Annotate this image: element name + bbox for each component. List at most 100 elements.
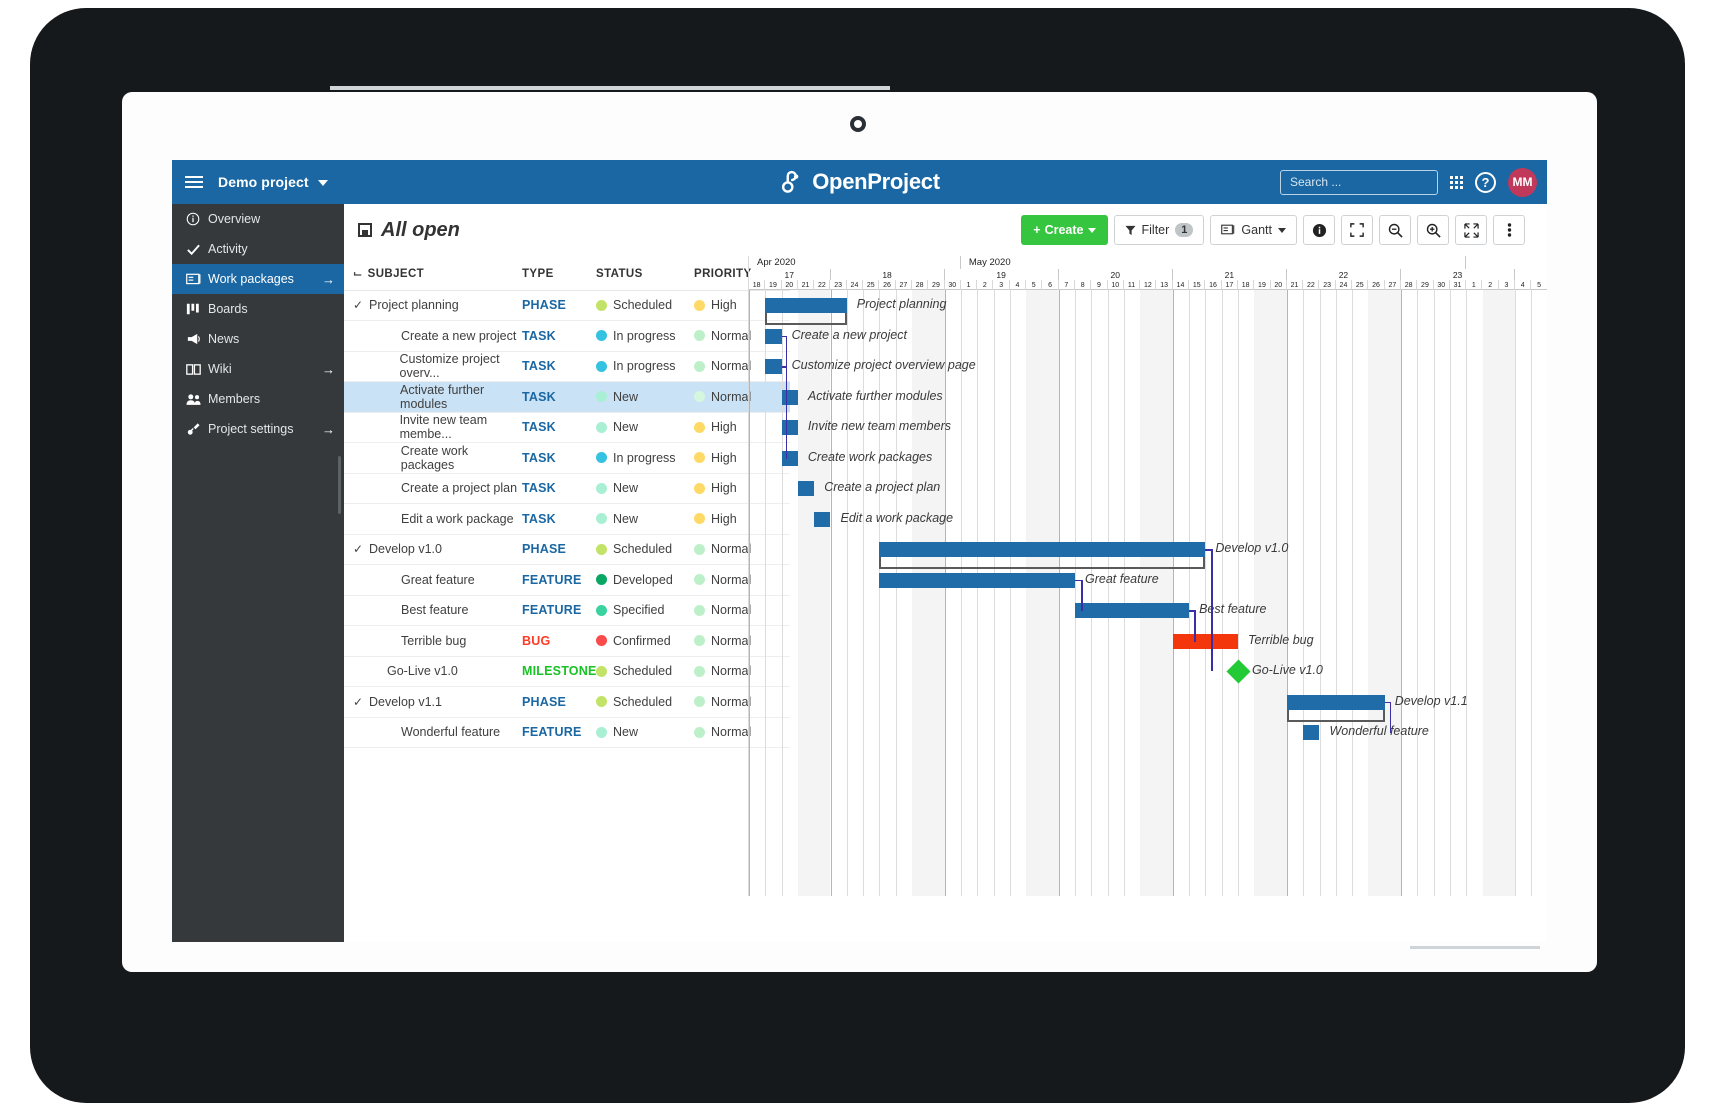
gantt-bar[interactable] — [781, 450, 798, 466]
sidebar-item-boards[interactable]: Boards — [172, 294, 344, 324]
gantt-bar[interactable] — [765, 359, 782, 374]
sidebar-item-overview[interactable]: Overview — [172, 204, 344, 234]
table-row[interactable]: Go-Live v1.0 MILESTONE Scheduled Normal — [344, 656, 790, 687]
column-header-subject[interactable]: ⌙ SUBJECT — [344, 256, 522, 291]
gantt-bar[interactable] — [765, 328, 782, 344]
grid-modules-icon[interactable] — [1450, 175, 1463, 189]
table-row[interactable]: ✓ Develop v1.1 PHASE Scheduled Normal — [344, 686, 790, 718]
table-row[interactable]: Create a project plan TASK New High — [344, 473, 790, 504]
gantt-bar[interactable] — [797, 481, 815, 496]
gantt-bar[interactable] — [1075, 603, 1190, 618]
gantt-bar[interactable] — [1286, 694, 1385, 710]
table-row[interactable]: Wonderful feature FEATURE New Normal — [344, 717, 790, 748]
gantt-milestone-marker[interactable] — [1226, 659, 1251, 684]
sidebar-item-project-settings[interactable]: Project settings → — [172, 414, 344, 444]
cell-status[interactable]: In progress — [596, 320, 694, 352]
cell-status[interactable]: Scheduled — [596, 534, 694, 565]
cell-type[interactable]: PHASE — [522, 290, 596, 321]
gantt-bar[interactable] — [1303, 725, 1320, 740]
sidebar-item-activity[interactable]: Activity — [172, 234, 344, 264]
cell-subject[interactable]: Terrible bug — [344, 625, 522, 657]
column-header-status[interactable]: STATUS — [596, 256, 694, 291]
zoom-in-button[interactable] — [1417, 215, 1449, 245]
sidebar-item-wiki[interactable]: Wiki → — [172, 354, 344, 384]
cell-status[interactable]: Scheduled — [596, 656, 694, 687]
cell-subject[interactable]: Edit a work package — [344, 503, 522, 535]
gantt-view-button[interactable]: Gantt — [1210, 215, 1297, 245]
cell-type[interactable]: BUG — [522, 625, 596, 657]
cell-subject[interactable]: Invite new team membe... — [344, 412, 522, 443]
search-input[interactable] — [1290, 175, 1445, 189]
cell-status[interactable]: Scheduled — [596, 686, 694, 718]
gantt-bar[interactable] — [814, 511, 831, 527]
column-header-type[interactable]: TYPE — [522, 256, 596, 291]
project-name-label[interactable]: Demo project — [218, 174, 309, 190]
sidebar-item-members[interactable]: Members — [172, 384, 344, 414]
cell-type[interactable]: MILESTONE — [522, 656, 596, 687]
gantt-bar[interactable] — [1172, 633, 1238, 649]
sidebar-item-work-packages[interactable]: Work packages → — [172, 264, 344, 294]
help-icon[interactable]: ? — [1475, 171, 1496, 193]
cell-subject[interactable]: ✓ Project planning — [344, 290, 522, 321]
cell-type[interactable]: PHASE — [522, 534, 596, 565]
cell-status[interactable]: Developed — [596, 564, 694, 596]
cell-type[interactable]: TASK — [522, 503, 596, 535]
table-row[interactable]: ✓ Develop v1.0 PHASE Scheduled Normal — [344, 534, 790, 565]
table-row[interactable]: Customize project overv... TASK In progres… — [344, 351, 790, 382]
cell-type[interactable]: PHASE — [522, 686, 596, 718]
save-icon[interactable] — [358, 223, 372, 237]
table-row[interactable]: Activate further modules TASK New Normal — [344, 381, 790, 413]
sidebar-scrollbar[interactable] — [338, 456, 341, 514]
global-search[interactable] — [1280, 169, 1445, 195]
collapse-toggle-icon[interactable]: ✓ — [353, 298, 363, 312]
cell-status[interactable]: New — [596, 412, 694, 443]
cell-subject[interactable]: Create a new project — [344, 320, 522, 352]
app-logo[interactable]: OpenProject — [779, 160, 940, 204]
cell-subject[interactable]: Create work packages — [344, 442, 522, 474]
table-row[interactable]: Edit a work package TASK New High — [344, 503, 790, 535]
cell-type[interactable]: TASK — [522, 473, 596, 504]
sort-hierarchy-icon[interactable]: ⌙ — [353, 268, 363, 280]
cell-subject[interactable]: Great feature — [344, 564, 522, 596]
cell-subject[interactable]: Go-Live v1.0 — [344, 656, 522, 687]
cell-subject[interactable]: Wonderful feature — [344, 717, 522, 748]
zoom-out-button[interactable] — [1379, 215, 1411, 245]
info-button[interactable] — [1303, 215, 1335, 245]
cell-status[interactable]: Confirmed — [596, 625, 694, 657]
cell-type[interactable]: FEATURE — [522, 564, 596, 596]
table-row[interactable]: Terrible bug BUG Confirmed Normal — [344, 625, 790, 657]
gantt-bar[interactable] — [781, 420, 798, 435]
collapse-toggle-icon[interactable]: ✓ — [353, 695, 363, 709]
table-row[interactable]: Create a new project TASK In progress Norma… — [344, 320, 790, 352]
cell-subject[interactable]: ✓ Develop v1.0 — [344, 534, 522, 565]
table-row[interactable]: ✓ Project planning PHASE Scheduled High — [344, 290, 790, 321]
cell-subject[interactable]: Best feature — [344, 595, 522, 626]
cell-subject[interactable]: Customize project overv... — [344, 351, 522, 382]
hamburger-icon[interactable] — [172, 160, 216, 204]
cell-type[interactable]: FEATURE — [522, 717, 596, 748]
chevron-down-icon[interactable] — [317, 180, 328, 186]
gantt-bar[interactable] — [781, 389, 798, 405]
cell-subject[interactable]: Activate further modules — [344, 381, 522, 413]
cell-subject[interactable]: ✓ Develop v1.1 — [344, 686, 522, 718]
table-row[interactable]: Invite new team membe... TASK New High — [344, 412, 790, 443]
table-row[interactable]: Create work packages TASK In progress High — [344, 442, 790, 474]
table-row[interactable]: Best feature FEATURE Specified Normal — [344, 595, 790, 626]
cell-status[interactable]: In progress — [596, 442, 694, 474]
cell-status[interactable]: New — [596, 473, 694, 504]
gantt-chart-body[interactable]: Project planning Create a new project Cust… — [749, 290, 1547, 896]
table-row[interactable]: Great feature FEATURE Developed Normal — [344, 564, 790, 596]
collapse-toggle-icon[interactable]: ✓ — [353, 542, 363, 556]
gantt-bar[interactable] — [765, 298, 847, 313]
cell-status[interactable]: New — [596, 381, 694, 413]
cell-type[interactable]: FEATURE — [522, 595, 596, 626]
gantt-bar[interactable] — [879, 542, 1206, 557]
gantt-bar[interactable] — [879, 572, 1075, 588]
cell-status[interactable]: New — [596, 503, 694, 535]
fullscreen-button[interactable] — [1341, 215, 1373, 245]
filter-button[interactable]: Filter 1 — [1113, 215, 1205, 245]
cell-type[interactable]: TASK — [522, 412, 596, 443]
zoom-fit-button[interactable] — [1455, 215, 1487, 245]
avatar[interactable]: MM — [1508, 167, 1537, 197]
cell-subject[interactable]: Create a project plan — [344, 473, 522, 504]
